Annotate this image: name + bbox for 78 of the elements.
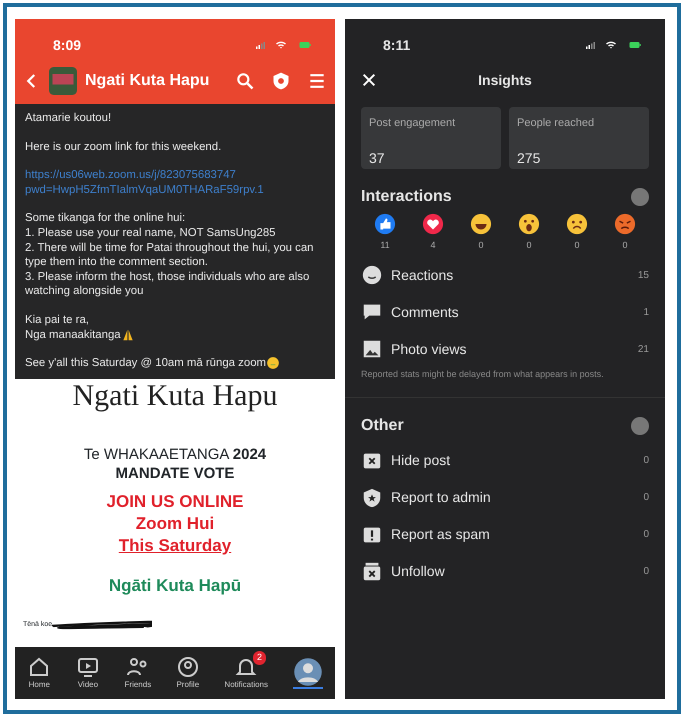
laughing-reaction-icon <box>470 213 492 235</box>
row-value: 21 <box>638 342 649 356</box>
praying-hands-icon <box>120 328 135 342</box>
row-value: 0 <box>643 528 649 542</box>
message-paragraph: Kia pai te ra, Nga manaakitanga <box>25 312 325 342</box>
tab-bar-item[interactable]: Home <box>27 655 52 691</box>
insight-row[interactable]: Comments 1 <box>361 294 649 330</box>
info-icon[interactable] <box>631 188 649 206</box>
shield-icon <box>361 486 383 508</box>
tab-bar-item[interactable]: Friends <box>124 655 152 691</box>
like-reaction-icon <box>374 213 396 235</box>
reaction-count: 0 <box>622 239 628 252</box>
smiley-icon <box>361 264 383 286</box>
shield-icon[interactable] <box>271 70 291 91</box>
insight-row[interactable]: Report as spam 0 <box>361 516 649 553</box>
angry-reaction-icon <box>614 213 636 235</box>
row-label: Report as spam <box>391 525 490 544</box>
row-label: Unfollow <box>391 562 445 581</box>
message-paragraph: See y'all this Saturday @ 10am mā rūnga zoom <box>25 356 325 371</box>
stat-label: Post engagement <box>369 116 456 131</box>
reaction-count: 0 <box>478 239 484 252</box>
info-icon[interactable] <box>631 417 649 435</box>
call-to-action-text: JOIN US ONLINE <box>106 491 244 513</box>
stat-label: People reached <box>517 116 596 131</box>
tab-bar-item[interactable]: Profile <box>176 655 200 691</box>
close-icon <box>361 72 377 88</box>
smiley-icon <box>266 356 280 370</box>
status-time: 8:09 <box>53 36 82 54</box>
tab-bar-item[interactable]: Video <box>76 655 100 691</box>
zoom-link[interactable]: https://us06web.zoom.us/j/823075683747 pwd=HwpH5ZfmTIalmVqaUM0THARaF59rpv.1 <box>25 168 325 198</box>
row-value: 0 <box>643 454 649 468</box>
row-value: 0 <box>643 565 649 579</box>
row-value: 1 <box>643 306 649 320</box>
row-label: Photo views <box>391 340 466 358</box>
search-icon[interactable] <box>235 70 255 91</box>
sad-reaction-icon <box>566 213 588 235</box>
insight-row[interactable]: Unfollow 0 <box>361 553 649 590</box>
photo-icon <box>361 338 383 360</box>
email-title: MANDATE VOTE <box>114 464 236 483</box>
stat-value: 37 <box>369 148 386 168</box>
row-value: 15 <box>638 268 649 282</box>
reaction-count: 0 <box>574 239 580 252</box>
row-label: Report to admin <box>391 488 491 507</box>
screen-title: Insights <box>477 70 533 90</box>
profile-icon <box>176 655 200 679</box>
email-title: Te WHAKAAETANGA 2024 <box>82 445 268 464</box>
reaction-count: 4 <box>430 239 436 252</box>
insight-row[interactable]: Report to admin 0 <box>361 479 649 516</box>
surprised-reaction-icon <box>518 213 540 235</box>
row-label: Comments <box>391 302 459 322</box>
unfollow-icon <box>361 560 383 582</box>
email-banner-text: Ngati Kuta Hapu <box>72 379 278 413</box>
video-icon <box>76 655 100 679</box>
stat-value: 275 <box>517 148 542 168</box>
row-value: 0 <box>643 491 649 505</box>
group-title: Ngati Kuta Hapu <box>85 71 210 91</box>
reaction-count: 0 <box>526 239 532 252</box>
row-label: Reactions <box>391 266 454 284</box>
insight-row[interactable]: Photo views 21 <box>361 330 649 368</box>
insight-row[interactable]: Hide post 0 <box>361 442 649 479</box>
avatar-icon <box>292 657 323 687</box>
section-title: Other <box>361 416 404 436</box>
stats-note: Reported stats might be delayed from what appears in posts. <box>345 368 665 398</box>
love-reaction-icon <box>422 213 444 235</box>
call-to-action-text: This Saturday <box>118 535 232 557</box>
message-paragraph: Here is our zoom link for this weekend. <box>25 140 222 154</box>
tab-bar-item[interactable] <box>292 657 323 689</box>
row-label: Hide post <box>391 451 450 470</box>
call-to-action-text: Zoom Hui <box>134 513 216 535</box>
status-time: 8:11 <box>383 36 410 54</box>
message-paragraph: Atamarie koutou! <box>25 111 112 126</box>
message-paragraph: Some tikanga for the online hui: 1. Please use your real name, NOT SamsUng285 2. There will be time for Patai throughout the hui, you can type them into the comment section. 3. Please inform the host, those individuals who are also watching alongside you <box>25 211 315 299</box>
insight-row[interactable]: Reactions 15 <box>361 256 649 294</box>
reaction-count: 11 <box>380 239 390 252</box>
section-title: Interactions <box>361 187 452 207</box>
organisation-name: Ngāti Kuta Hapū <box>108 575 242 597</box>
group-avatar-icon <box>49 67 77 95</box>
notification-badge: 2 <box>252 651 266 664</box>
